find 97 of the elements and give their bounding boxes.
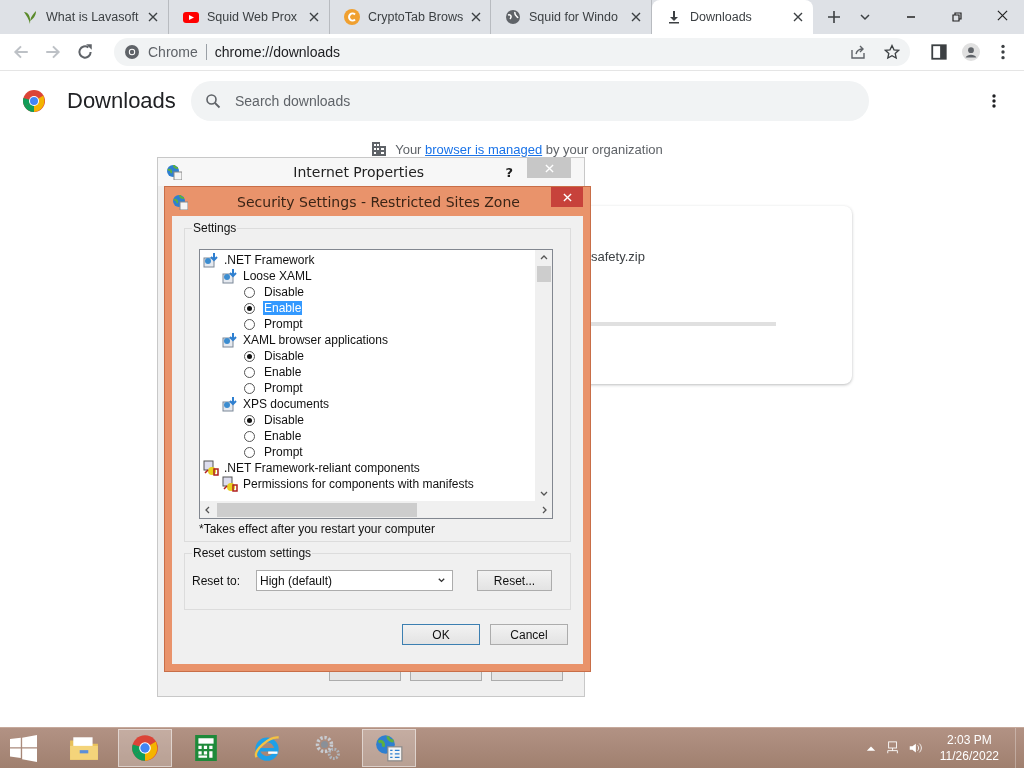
setting-category-label: .NET Framework-reliant components <box>224 461 420 475</box>
dialog-button[interactable] <box>329 671 401 681</box>
folder-icon <box>69 735 99 761</box>
building-icon <box>371 141 388 157</box>
radio-button[interactable] <box>244 286 255 298</box>
component-icon <box>203 460 219 476</box>
option-label[interactable]: Prompt <box>263 381 304 395</box>
globe-checklist-icon <box>375 734 403 762</box>
group-label: Reset custom settings <box>192 546 313 560</box>
globe-settings-icon <box>172 193 188 210</box>
gears-icon <box>314 734 342 762</box>
help-button[interactable]: ? <box>505 164 513 180</box>
search-icon <box>205 93 221 109</box>
internet-explorer-icon <box>253 734 281 762</box>
radio-button[interactable] <box>244 350 255 362</box>
dialog-button[interactable] <box>491 671 563 681</box>
close-icon[interactable] <box>793 12 803 22</box>
taskbar-button[interactable] <box>362 729 416 767</box>
setting-category-label: Loose XAML <box>243 269 312 283</box>
taskbar-button[interactable] <box>118 729 172 767</box>
radio-button[interactable] <box>244 446 255 458</box>
clock-time: 2:03 PM <box>947 732 992 748</box>
globe-icon <box>505 9 521 25</box>
close-icon[interactable] <box>631 12 641 22</box>
reset-button[interactable]: Reset... <box>477 570 552 591</box>
setting-category-icon <box>222 396 238 412</box>
radio-button[interactable] <box>244 366 255 378</box>
setting-category-icon <box>222 332 238 348</box>
dialog-button[interactable] <box>410 671 482 681</box>
close-icon[interactable] <box>309 12 319 22</box>
url-text: chrome://downloads <box>214 44 341 60</box>
option-label[interactable]: Disable <box>263 285 306 299</box>
site-chip-label: Chrome <box>148 44 198 60</box>
radio-button[interactable] <box>244 318 255 330</box>
radio-button[interactable] <box>244 382 255 394</box>
sprout-icon <box>22 9 38 25</box>
option-label[interactable]: Prompt <box>263 445 304 459</box>
dialog-button[interactable]: Cancel <box>490 624 568 645</box>
setting-category-icon <box>222 268 238 284</box>
setting-category-label: Permissions for components with manifests <box>243 477 474 491</box>
search-field[interactable]: Search downloads <box>191 81 869 121</box>
option-label[interactable]: Disable <box>263 349 306 363</box>
chrome-logo-icon <box>22 89 46 113</box>
reset-level-dropdown[interactable]: High (default) <box>256 570 453 591</box>
close-icon[interactable] <box>148 12 158 22</box>
close-icon <box>562 192 572 202</box>
globe-settings-icon <box>166 164 182 180</box>
horizontal-scrollbar[interactable] <box>200 501 552 518</box>
address-bar[interactable]: Chrome chrome://downloads <box>114 38 910 66</box>
close-icon[interactable] <box>996 9 1008 21</box>
caret-icon <box>437 576 446 585</box>
side-panel-icon[interactable] <box>928 43 950 61</box>
file-name: safety.zip <box>591 249 646 264</box>
restart-note: *Takes effect after you restart your computer <box>199 522 436 536</box>
calculator-icon <box>195 735 217 761</box>
managed-link[interactable]: browser is managed <box>425 141 543 157</box>
profile-avatar-icon[interactable] <box>960 43 982 61</box>
option-label[interactable]: Enable <box>263 429 303 443</box>
close-icon[interactable] <box>471 12 482 22</box>
setting-category-label: .NET Framework <box>224 253 315 267</box>
scroll-thumb[interactable] <box>536 266 551 282</box>
chrome-logo-icon <box>124 44 140 60</box>
star-icon[interactable] <box>884 44 900 60</box>
start-icon[interactable] <box>10 734 37 762</box>
close-icon <box>544 163 554 173</box>
close-button[interactable] <box>551 187 583 207</box>
window-title: Internet Properties <box>292 164 426 180</box>
setting-category-icon <box>203 252 219 268</box>
share-icon[interactable] <box>850 44 866 60</box>
group-label: Settings <box>192 221 238 235</box>
coin-icon <box>344 9 360 25</box>
dialog-button[interactable]: OK <box>402 624 480 645</box>
option-label[interactable]: Prompt <box>263 317 304 331</box>
volume-icon[interactable] <box>907 741 922 755</box>
window-title: Security Settings - Restricted Sites Zone <box>236 193 521 210</box>
clock-date: 11/26/2022 <box>939 748 999 764</box>
radio-button[interactable] <box>244 430 255 442</box>
vertical-scrollbar[interactable] <box>535 250 552 501</box>
browser-tab[interactable]: Downloads <box>652 0 813 34</box>
download-icon <box>666 9 682 25</box>
video-play-icon <box>183 9 199 25</box>
radio-button[interactable] <box>244 414 255 426</box>
option-label[interactable]: Disable <box>263 413 306 427</box>
scroll-thumb[interactable] <box>217 502 417 517</box>
browser-logo-icon <box>131 734 159 762</box>
restore-icon[interactable] <box>951 11 963 23</box>
radio-button[interactable] <box>244 302 255 314</box>
managed-notice: Your browser is managed by your organization <box>395 141 663 157</box>
network-icon[interactable] <box>885 741 900 755</box>
setting-category-label: XAML browser applications <box>243 333 388 347</box>
new-tab-icon[interactable] <box>827 10 841 24</box>
reset-to-label: Reset to: <box>192 573 242 588</box>
option-label[interactable]: Enable <box>263 365 303 379</box>
setting-category-label: XPS documents <box>243 397 330 411</box>
chevron-down-icon[interactable] <box>859 11 871 23</box>
settings-list[interactable] <box>199 249 553 519</box>
component-icon <box>222 476 238 492</box>
